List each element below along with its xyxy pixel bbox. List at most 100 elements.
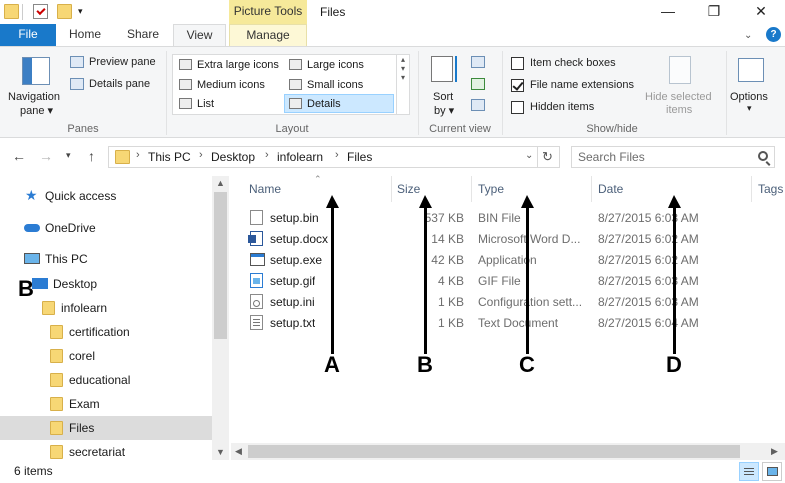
preview-pane-button[interactable]: Preview pane — [89, 56, 156, 68]
refresh-icon[interactable]: ↻ — [542, 149, 553, 165]
navigation-pane-scrollbar[interactable]: ▲ ▼ — [212, 176, 229, 460]
tab-manage[interactable]: Manage — [229, 24, 307, 47]
window-title: Files — [320, 5, 346, 19]
nav-item-files[interactable]: Files — [0, 416, 212, 440]
nav-item-this-pc[interactable]: This PC — [0, 247, 212, 271]
word-doc-icon — [248, 231, 263, 246]
column-divider[interactable] — [391, 176, 392, 202]
hidden-items-label[interactable]: Hidden items — [530, 101, 594, 113]
annotation-letter-b: B — [18, 276, 34, 301]
forward-arrow-icon[interactable]: → — [39, 148, 53, 164]
size-columns-icon[interactable] — [471, 99, 485, 111]
scroll-left-icon[interactable]: ◀ — [235, 446, 242, 457]
file-name-extensions-label[interactable]: File name extensions — [530, 79, 634, 91]
scrollbar-thumb[interactable] — [248, 445, 740, 458]
nav-item-quick-access[interactable]: ★ Quick access — [0, 184, 212, 208]
address-bar[interactable]: › This PC › Desktop › infolearn › Files … — [108, 146, 560, 168]
nav-label: Quick access — [45, 189, 117, 203]
nav-item-onedrive[interactable]: OneDrive — [0, 216, 212, 240]
file-icon — [250, 210, 263, 225]
minimize-button[interactable]: — — [645, 0, 691, 24]
hide-selected-items-button[interactable]: Hide selected — [645, 91, 712, 103]
column-divider[interactable] — [751, 176, 752, 202]
nav-item-corel[interactable]: corel — [0, 344, 212, 368]
column-header-tags[interactable]: Tags — [758, 182, 783, 196]
search-box[interactable] — [571, 146, 775, 168]
sort-ascending-icon: ⌃ — [314, 174, 322, 184]
layout-large-icons[interactable]: Large icons — [285, 56, 393, 75]
properties-icon[interactable] — [33, 4, 48, 19]
scrollbar-thumb[interactable] — [214, 192, 227, 339]
add-columns-icon[interactable] — [471, 78, 485, 90]
layout-extra-large-icons[interactable]: Extra large icons — [175, 56, 283, 75]
customize-qat-icon[interactable]: ▾ — [78, 6, 83, 17]
chevron-right-icon[interactable]: › — [199, 149, 203, 161]
file-size: 1 KB — [437, 316, 464, 330]
file-date: 8/27/2015 6:03 AM — [598, 211, 699, 225]
column-divider[interactable] — [591, 176, 592, 202]
close-button[interactable]: ✕ — [738, 0, 784, 24]
column-header-date[interactable]: Date — [598, 182, 623, 196]
item-check-boxes-label[interactable]: Item check boxes — [530, 57, 616, 69]
scroll-right-icon[interactable]: ▶ — [771, 446, 778, 457]
nav-item-exam[interactable]: Exam — [0, 392, 212, 416]
layout-details[interactable]: Details — [284, 94, 394, 113]
breadcrumb-this-pc[interactable]: This PC — [148, 150, 191, 164]
help-icon[interactable]: ? — [766, 27, 781, 42]
breadcrumb-files[interactable]: Files — [347, 150, 372, 164]
folder-icon — [42, 301, 55, 315]
hide-selected-items-button-2[interactable]: items — [666, 104, 692, 116]
collapse-ribbon-icon[interactable]: ⌄ — [744, 30, 752, 41]
recent-locations-icon[interactable]: ▾ — [66, 150, 71, 161]
large-icons-view-icon[interactable] — [762, 462, 782, 481]
options-dropdown-icon[interactable]: ▾ — [747, 103, 752, 114]
column-header-type[interactable]: Type — [478, 182, 504, 196]
horizontal-scrollbar[interactable]: ◀ ▶ — [231, 443, 785, 460]
nav-item-educational[interactable]: educational — [0, 368, 212, 392]
hidden-items-checkbox[interactable] — [511, 101, 524, 114]
nav-label: Files — [69, 421, 95, 435]
maximize-button[interactable]: ❐ — [691, 0, 737, 24]
options-button[interactable]: Options — [730, 91, 768, 103]
file-name: setup.exe — [270, 253, 323, 267]
details-view-icon[interactable] — [739, 462, 759, 481]
breadcrumb-desktop[interactable]: Desktop — [211, 150, 255, 164]
navigation-pane-label[interactable]: Navigation — [8, 91, 60, 103]
layout-gallery-scroll[interactable]: ▴ ▾ ▾ — [396, 55, 409, 114]
tab-view[interactable]: View — [173, 24, 226, 47]
sort-by-button[interactable]: Sort — [433, 91, 453, 103]
details-pane-button[interactable]: Details pane — [89, 78, 150, 90]
file-name-extensions-checkbox[interactable] — [511, 79, 524, 92]
breadcrumb-infolearn[interactable]: infolearn — [277, 150, 323, 164]
folder-icon — [50, 445, 63, 459]
up-arrow-icon[interactable]: ↑ — [88, 148, 95, 164]
chevron-right-icon[interactable]: › — [335, 149, 339, 161]
scroll-down-icon[interactable]: ▼ — [216, 447, 225, 457]
annotation-arrow-b — [419, 195, 432, 354]
layout-medium-icons[interactable]: Medium icons — [175, 76, 283, 95]
navigation-pane-label-2[interactable]: pane ▾ — [20, 104, 53, 117]
scroll-up-icon[interactable]: ▲ — [216, 178, 225, 188]
sort-by-button-2[interactable]: by ▾ — [434, 104, 454, 117]
tab-file[interactable]: File — [0, 24, 56, 46]
layout-list[interactable]: List — [175, 95, 283, 114]
folder-icon — [50, 397, 63, 411]
new-folder-icon[interactable] — [57, 4, 72, 19]
nav-label: OneDrive — [45, 221, 96, 235]
chevron-right-icon[interactable]: › — [265, 149, 269, 161]
search-icon[interactable] — [758, 151, 768, 161]
column-header-size[interactable]: Size — [397, 182, 420, 196]
tab-home[interactable]: Home — [62, 24, 108, 46]
back-arrow-icon[interactable]: ← — [12, 148, 26, 164]
chevron-right-icon[interactable]: › — [136, 149, 140, 161]
item-check-boxes-checkbox[interactable] — [511, 57, 524, 70]
group-by-icon[interactable] — [471, 56, 485, 68]
column-divider[interactable] — [471, 176, 472, 202]
search-input[interactable] — [578, 149, 748, 165]
column-header-name[interactable]: Name — [249, 182, 281, 196]
tab-share[interactable]: Share — [118, 24, 168, 46]
nav-item-certification[interactable]: certification — [0, 320, 212, 344]
address-history-icon[interactable]: ⌄ — [525, 150, 533, 161]
layout-small-icons[interactable]: Small icons — [285, 76, 393, 95]
group-label-panes: Panes — [67, 123, 99, 135]
